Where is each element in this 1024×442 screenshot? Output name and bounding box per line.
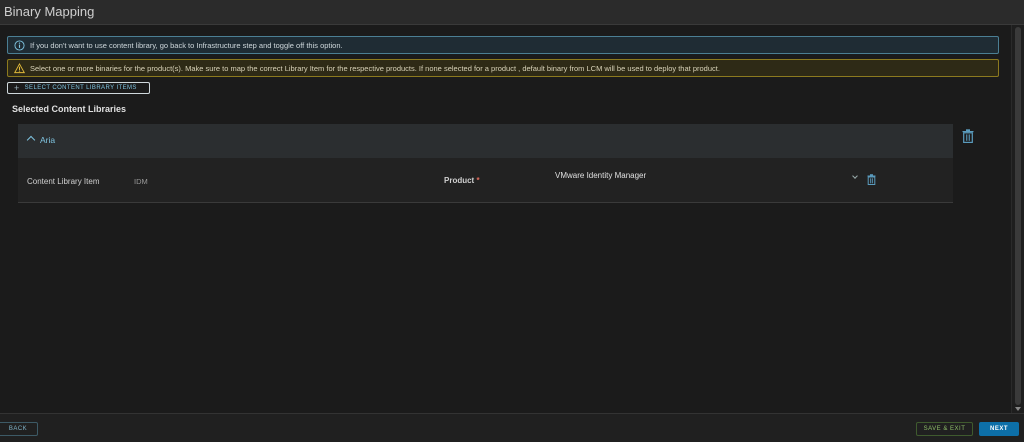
- product-select[interactable]: VMware Identity Manager: [555, 171, 858, 185]
- trash-icon[interactable]: [867, 174, 876, 185]
- select-content-library-items-button[interactable]: + SELECT CONTENT LIBRARY ITEMS: [7, 82, 150, 94]
- library-card: Aria Content Library Item IDM Product * …: [18, 124, 953, 203]
- product-select-value: VMware Identity Manager: [555, 171, 647, 180]
- back-button[interactable]: BACK: [0, 422, 38, 436]
- select-content-library-items-label: SELECT CONTENT LIBRARY ITEMS: [24, 85, 137, 91]
- warning-alert: Select one or more binaries for the prod…: [7, 59, 999, 77]
- window-title: Binary Mapping: [4, 4, 95, 19]
- info-alert: If you don't want to use content library…: [7, 36, 999, 54]
- next-button[interactable]: NEXT: [979, 422, 1019, 436]
- content-library-item-value: IDM: [134, 177, 148, 186]
- library-name[interactable]: Aria: [40, 135, 55, 145]
- save-exit-button[interactable]: SAVE & EXIT: [916, 422, 973, 436]
- vertical-scrollbar[interactable]: [1011, 25, 1024, 413]
- info-alert-text: If you don't want to use content library…: [30, 40, 343, 50]
- required-mark: *: [476, 176, 480, 185]
- wizard-footer: BACK SAVE & EXIT NEXT: [0, 413, 1024, 442]
- info-circle-icon: [14, 39, 25, 51]
- library-card-header[interactable]: Aria: [18, 124, 953, 158]
- section-title: Selected Content Libraries: [12, 104, 127, 114]
- window-titlebar: Binary Mapping: [0, 0, 1024, 25]
- plus-icon: +: [14, 82, 20, 93]
- warning-triangle-icon: [14, 62, 25, 73]
- product-label-text: Product: [444, 176, 475, 185]
- chevron-down-icon[interactable]: [852, 173, 858, 179]
- product-label: Product *: [444, 176, 480, 185]
- scrollbar-thumb[interactable]: [1015, 27, 1021, 405]
- delete-library-icon[interactable]: [962, 129, 974, 143]
- chevron-up-icon[interactable]: [26, 135, 36, 145]
- content-library-item-label: Content Library Item: [27, 177, 100, 186]
- main-content: [0, 25, 1012, 413]
- warning-alert-text: Select one or more binaries for the prod…: [30, 63, 720, 73]
- scroll-down-icon[interactable]: [1015, 407, 1021, 411]
